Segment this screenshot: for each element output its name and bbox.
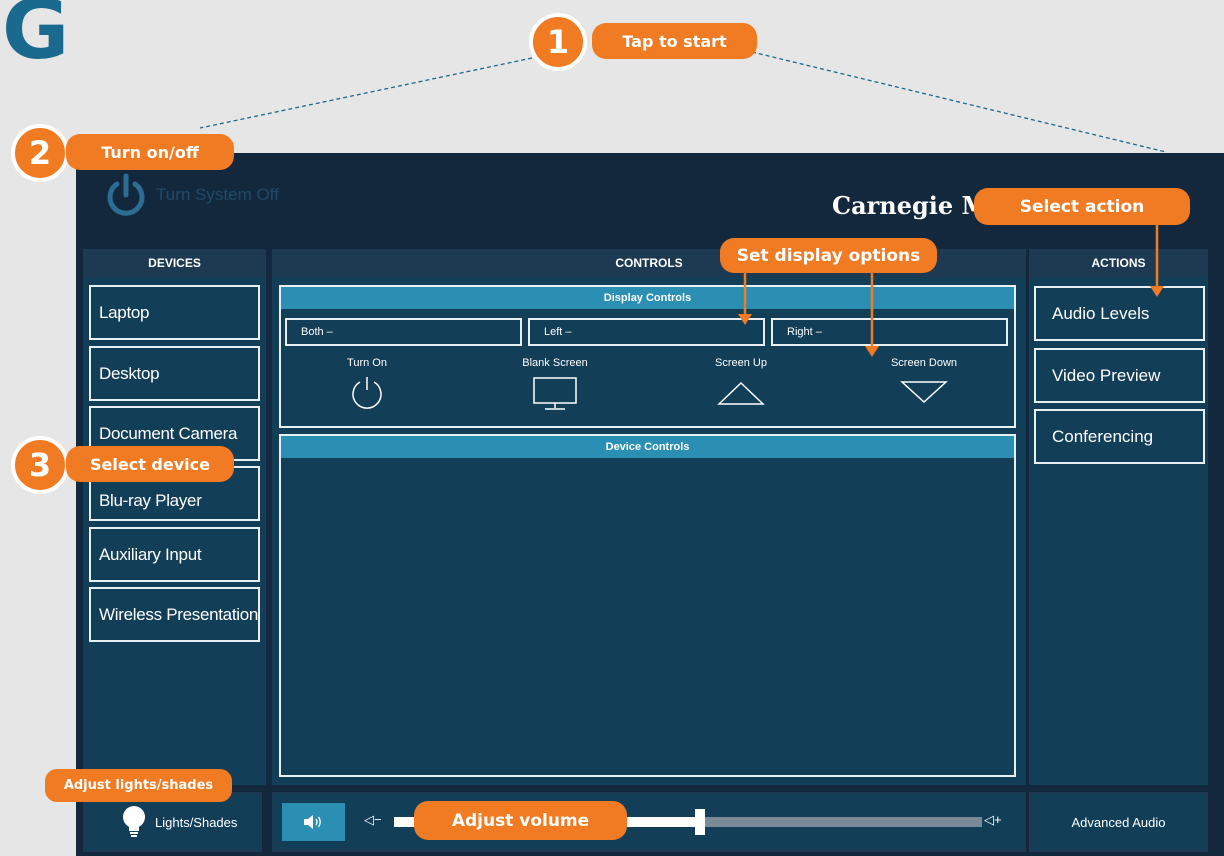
- advanced-audio-button[interactable]: Advanced Audio: [1029, 792, 1208, 852]
- mute-button[interactable]: [282, 803, 345, 841]
- blank-screen-button[interactable]: Blank Screen: [500, 357, 610, 412]
- device-laptop-button[interactable]: Laptop: [89, 285, 260, 340]
- display-left-select[interactable]: Left –: [528, 318, 765, 346]
- display-both-select[interactable]: Both –: [285, 318, 522, 346]
- devices-column: DEVICES Laptop Desktop Document Camera B…: [83, 249, 266, 785]
- volume-slider-thumb[interactable]: [694, 809, 705, 835]
- volume-bar: ◁− ◁+: [272, 792, 1026, 852]
- device-controls-section: Device Controls: [279, 434, 1016, 777]
- speaker-icon: [303, 815, 321, 829]
- device-desktop-button[interactable]: Desktop: [89, 346, 260, 401]
- step-3-badge: 3: [11, 436, 69, 494]
- display-controls-section: Display Controls Both – Left – Right – T…: [279, 285, 1016, 428]
- tap-to-start-callout: Tap to start: [592, 23, 757, 59]
- adjust-lights-callout: Adjust lights/shades: [45, 769, 232, 802]
- devices-heading: DEVICES: [83, 249, 266, 277]
- power-icon: [104, 173, 148, 217]
- monitor-icon: [533, 377, 577, 410]
- screen-up-button[interactable]: Screen Up: [686, 357, 796, 412]
- step-1-badge: 1: [529, 13, 587, 71]
- display-right-select[interactable]: Right –: [771, 318, 1008, 346]
- turn-on-off-callout: Turn on/off: [66, 134, 234, 170]
- brand-logo: Carnegie M: [832, 191, 989, 220]
- lightbulb-icon: [123, 806, 145, 837]
- actions-heading: ACTIONS: [1029, 249, 1208, 277]
- device-wireless-button[interactable]: Wireless Presentation: [89, 587, 260, 642]
- volume-down-icon[interactable]: ◁−: [364, 812, 382, 828]
- volume-up-icon[interactable]: ◁+: [984, 812, 1002, 828]
- step-2-badge: 2: [11, 124, 69, 182]
- set-display-options-callout: Set display options: [720, 238, 937, 273]
- actions-column: ACTIONS Audio Levels Video Preview Confe…: [1029, 249, 1208, 785]
- power-label: Turn System Off: [156, 185, 279, 204]
- action-conferencing-button[interactable]: Conferencing: [1034, 409, 1205, 464]
- select-action-callout: Select action: [974, 188, 1190, 225]
- action-audio-levels-button[interactable]: Audio Levels: [1034, 286, 1205, 341]
- action-video-preview-button[interactable]: Video Preview: [1034, 348, 1205, 403]
- display-controls-heading: Display Controls: [281, 287, 1014, 309]
- screen-down-label: Screen Down: [890, 357, 958, 369]
- blank-screen-label: Blank Screen: [522, 357, 588, 369]
- controls-column: CONTROLS Display Controls Both – Left – …: [272, 249, 1026, 785]
- lights-shades-label: Lights/Shades: [155, 814, 238, 830]
- select-device-callout: Select device: [66, 446, 234, 482]
- power-button[interactable]: Turn System Off: [104, 173, 279, 217]
- screen-down-button[interactable]: Screen Down: [869, 357, 979, 412]
- screen-up-label: Screen Up: [715, 357, 767, 369]
- adjust-volume-callout: Adjust volume: [414, 801, 627, 840]
- device-controls-heading: Device Controls: [281, 436, 1014, 458]
- device-auxiliary-button[interactable]: Auxiliary Input: [89, 527, 260, 582]
- triangle-down-icon: [900, 381, 948, 404]
- power-circle-icon: [352, 377, 382, 409]
- turn-on-button[interactable]: Turn On: [312, 357, 422, 412]
- triangle-up-icon: [717, 381, 765, 405]
- logo: G: [2, 0, 70, 78]
- turn-on-label: Turn On: [347, 357, 387, 369]
- touch-panel: Turn System Off Carnegie M DEVICES Lapto…: [76, 153, 1224, 856]
